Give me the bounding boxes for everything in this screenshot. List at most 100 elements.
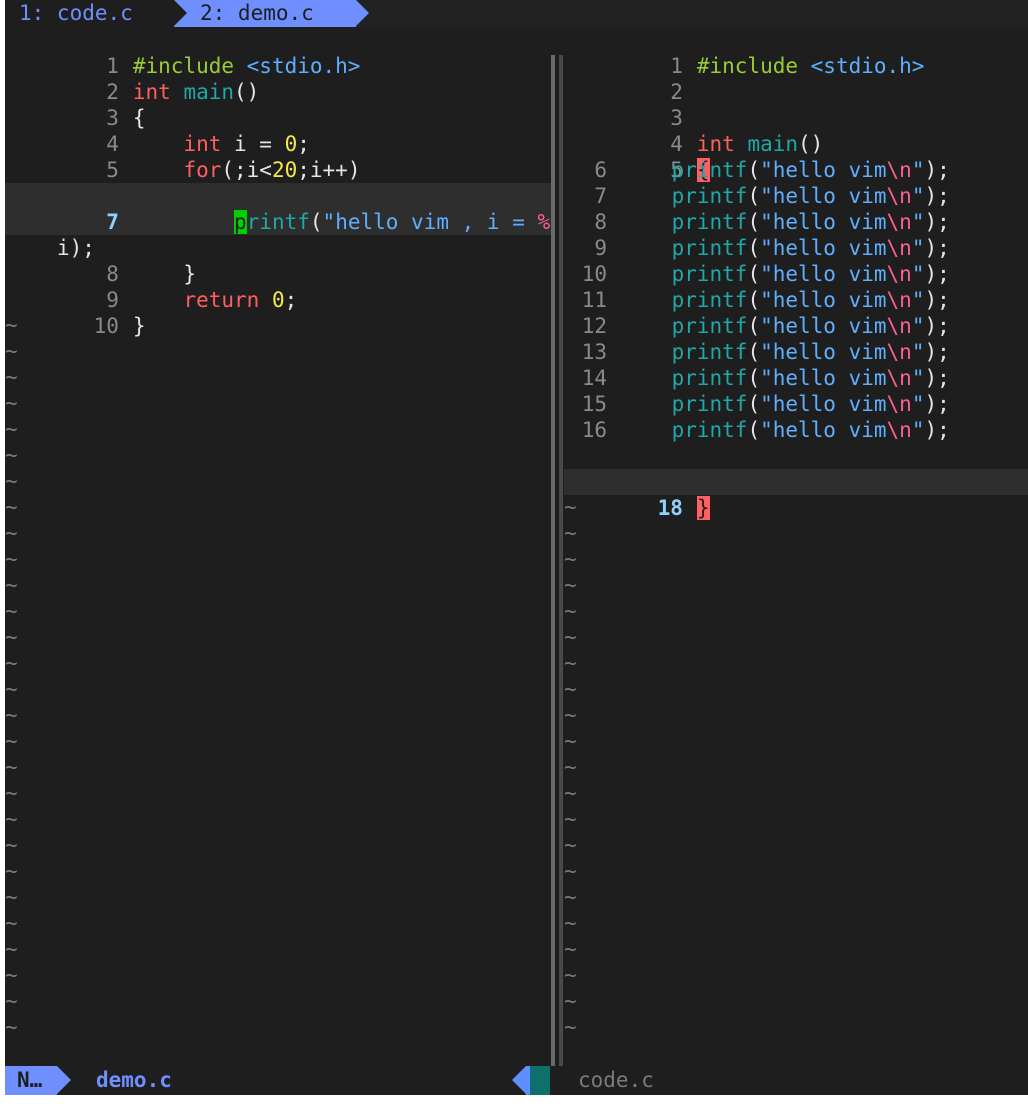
code-line[interactable]: 9 return 0; <box>5 261 551 312</box>
left-editor-pane[interactable]: 1 #include <stdio.h> 2 int main() 3{ 4 int… <box>5 27 551 1066</box>
line-number: 12 <box>581 314 607 338</box>
code-line[interactable]: 17 return 0; <box>564 443 1028 494</box>
tilde-marker: ~ <box>5 703 18 727</box>
tilde-marker: ~ <box>564 1015 577 1039</box>
vertical-split-divider[interactable] <box>551 55 564 1066</box>
code-line[interactable]: 3 <box>564 79 1028 130</box>
code-line[interactable]: 6 printf("hello vim\n"); <box>564 157 1028 183</box>
line-number: 13 <box>581 340 607 364</box>
tilde-marker: ~ <box>5 495 18 519</box>
tabline: 1: code.c 2: demo.c <box>5 0 1028 27</box>
code-line[interactable]: 2 <box>564 53 1028 104</box>
tilde-marker: ~ <box>5 391 18 415</box>
inactive-filename: code.c <box>578 1068 654 1092</box>
code-line[interactable]: 4 int main() <box>564 105 1028 156</box>
tilde-marker: ~ <box>564 703 577 727</box>
line-number: 7 <box>594 184 607 208</box>
code-line[interactable]: 12 printf("hello vim\n"); <box>564 313 1028 339</box>
code-line[interactable]: 5{ <box>564 131 1028 182</box>
current-code-line[interactable]: 7 printf("hello vim , i = %d\n",i); <box>5 183 551 260</box>
tilde-marker: ~ <box>5 885 18 909</box>
code-line[interactable]: 7 printf("hello vim\n"); <box>564 183 1028 209</box>
matching-brace: } <box>696 496 710 520</box>
code-line[interactable]: 10} <box>5 287 551 338</box>
line-number: 10 <box>581 262 607 286</box>
code-line[interactable]: 1 #include <stdio.h> <box>5 27 551 78</box>
text-cursor: p <box>234 210 247 234</box>
code-line[interactable]: 13 printf("hello vim\n"); <box>564 339 1028 365</box>
tilde-marker: ~ <box>5 859 18 883</box>
line-number: 18 <box>657 496 683 520</box>
tab-arrow-icon <box>356 0 369 26</box>
tilde-marker: ~ <box>564 937 577 961</box>
line-number: 16 <box>581 418 607 442</box>
tilde-marker: ~ <box>5 807 18 831</box>
code-line[interactable]: 2 int main() <box>5 53 551 104</box>
tilde-marker: ~ <box>564 833 577 857</box>
code-line[interactable]: 4 int i = 0; <box>5 105 551 156</box>
line-number: 11 <box>581 288 607 312</box>
tilde-marker: ~ <box>564 677 577 701</box>
vim-terminal: 1: code.c 2: demo.c 1 #include <stdio.h> … <box>5 0 1028 1095</box>
tab-code-c[interactable]: 1: code.c <box>5 0 174 27</box>
line-number: 10 <box>93 314 119 338</box>
code-line[interactable]: 14 printf("hello vim\n"); <box>564 365 1028 391</box>
tilde-marker: ~ <box>5 339 18 363</box>
tilde-marker: ~ <box>5 989 18 1013</box>
tilde-marker: ~ <box>564 859 577 883</box>
tilde-marker: ~ <box>564 651 577 675</box>
mode-arrow-icon <box>57 1066 71 1094</box>
tab-demo-c[interactable]: 2: demo.c <box>174 0 356 27</box>
current-code-line[interactable]: 18} <box>564 469 1028 520</box>
code-line[interactable]: 6 { <box>5 157 551 208</box>
tilde-marker: ~ <box>564 911 577 935</box>
tilde-marker: ~ <box>564 989 577 1013</box>
line-number: 8 <box>594 210 607 234</box>
tilde-marker: ~ <box>5 729 18 753</box>
status-line: N… demo.c code.c <box>5 1066 1028 1095</box>
tilde-marker: ~ <box>5 547 18 571</box>
tilde-marker: ~ <box>5 781 18 805</box>
tilde-marker: ~ <box>5 625 18 649</box>
code-line[interactable]: 3{ <box>5 79 551 130</box>
tilde-marker: ~ <box>5 365 18 389</box>
tilde-marker: ~ <box>5 599 18 623</box>
code-line[interactable]: 1 #include <stdio.h> <box>564 27 1028 78</box>
code-line[interactable]: 10 printf("hello vim\n"); <box>564 261 1028 287</box>
tilde-marker: ~ <box>564 495 577 519</box>
line-number: 14 <box>581 366 607 390</box>
mode-indicator: N… <box>5 1066 57 1095</box>
tilde-marker: ~ <box>564 547 577 571</box>
line-number: 7 <box>106 210 119 234</box>
code-line[interactable]: 8 } <box>5 235 551 286</box>
inactive-mode-block <box>526 1066 550 1095</box>
tilde-marker: ~ <box>564 781 577 805</box>
tilde-marker: ~ <box>5 1015 18 1039</box>
tilde-marker: ~ <box>564 625 577 649</box>
tilde-marker: ~ <box>5 833 18 857</box>
code-line[interactable]: 8 printf("hello vim\n"); <box>564 209 1028 235</box>
code-line[interactable]: 5 for(;i<20;i++) <box>5 131 551 182</box>
right-editor-pane[interactable]: 1 #include <stdio.h> 2 3 4 int main() 5{ 6… <box>564 27 1028 1066</box>
tilde-marker: ~ <box>5 677 18 701</box>
tilde-marker: ~ <box>5 573 18 597</box>
tilde-marker: ~ <box>5 937 18 961</box>
code-line[interactable]: 9 printf("hello vim\n"); <box>564 235 1028 261</box>
inactive-arrow-icon <box>512 1066 526 1094</box>
tilde-marker: ~ <box>5 417 18 441</box>
code-line[interactable]: 11 printf("hello vim\n"); <box>564 287 1028 313</box>
tilde-marker: ~ <box>5 521 18 545</box>
code-line[interactable]: 16 printf("hello vim\n"); <box>564 417 1028 443</box>
tilde-marker: ~ <box>5 469 18 493</box>
tab-separator-icon <box>174 0 187 26</box>
tilde-marker: ~ <box>564 963 577 987</box>
code-line[interactable]: 15 printf("hello vim\n"); <box>564 391 1028 417</box>
tilde-marker: ~ <box>5 911 18 935</box>
tilde-marker: ~ <box>564 807 577 831</box>
line-number: 6 <box>594 158 607 182</box>
tilde-marker: ~ <box>5 755 18 779</box>
line-number: 9 <box>594 236 607 260</box>
tilde-marker: ~ <box>564 573 577 597</box>
tilde-marker: ~ <box>5 651 18 675</box>
tilde-marker: ~ <box>5 313 18 337</box>
